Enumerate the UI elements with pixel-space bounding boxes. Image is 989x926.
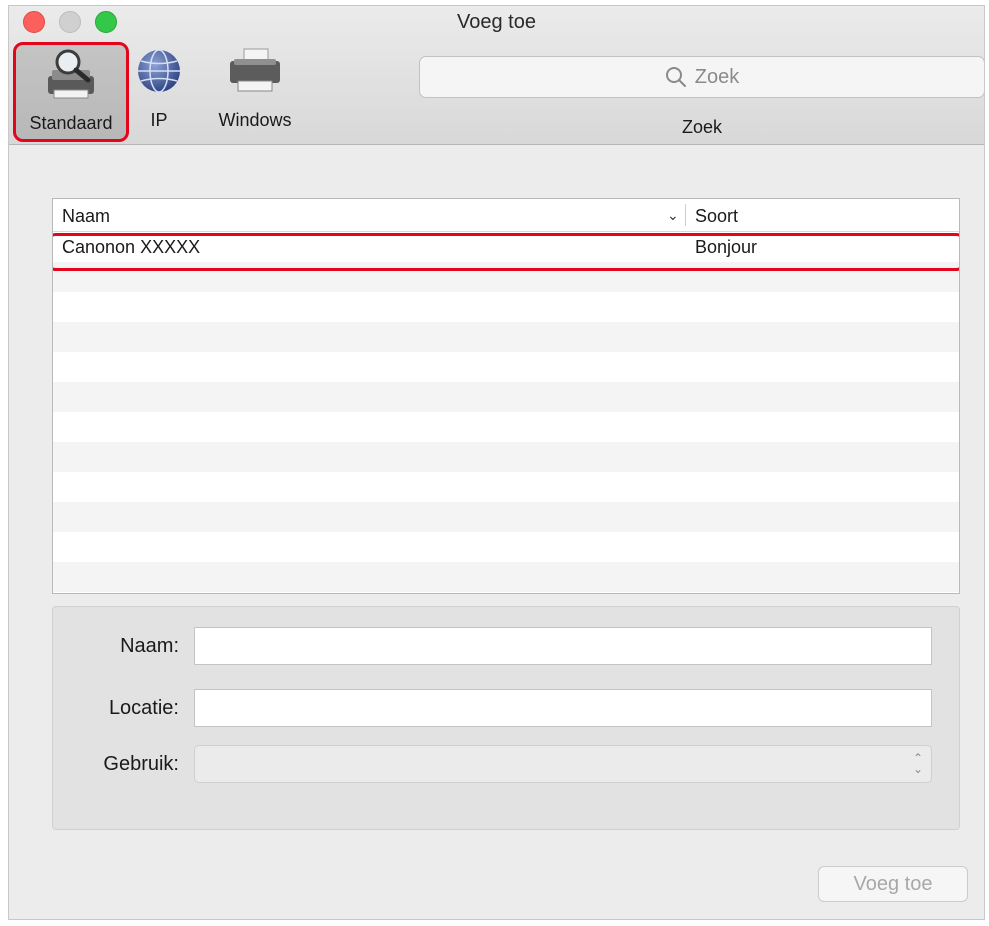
column-header-name[interactable]: Naam: [62, 206, 110, 227]
toolbar-item-ip-label: IP: [150, 110, 168, 130]
use-label: Gebruik:: [103, 753, 179, 775]
search-caption: Zoek: [681, 117, 723, 137]
location-row: Locatie:: [53, 689, 959, 727]
list-rows: Canonon XXXXX Bonjour: [53, 232, 959, 592]
printer-name-cell: Canonon XXXXX: [62, 237, 201, 257]
name-field[interactable]: [194, 627, 932, 665]
add-printer-window: Voeg toe Standaard IP Windows Zoek Zoek …: [8, 5, 985, 920]
table-row-empty: [53, 292, 959, 322]
list-header: Naam ⌄ Soort: [53, 199, 959, 232]
table-row-empty: [53, 382, 959, 412]
printer-icon: [222, 42, 288, 100]
table-row-empty: [53, 562, 959, 592]
window-title: Voeg toe: [457, 11, 536, 33]
table-row-empty: [53, 442, 959, 472]
globe-icon: [136, 42, 182, 100]
table-row-empty: [53, 532, 959, 562]
location-field[interactable]: [194, 689, 932, 727]
table-row-empty: [53, 472, 959, 502]
toolbar-item-ip[interactable]: IP: [137, 42, 181, 142]
printer-magnifier-icon: [38, 45, 104, 103]
search-field[interactable]: Zoek: [419, 56, 984, 98]
table-row-empty: [53, 262, 959, 292]
location-label: Locatie:: [108, 697, 179, 719]
add-button[interactable]: Voeg toe: [818, 866, 968, 902]
use-select[interactable]: ⌃ ⌄: [194, 745, 932, 783]
toolbar-item-standard[interactable]: Standaard: [13, 42, 129, 142]
toolbar-item-standard-label: Standaard: [29, 113, 113, 133]
table-row-empty: [53, 502, 959, 532]
toolbar-item-windows[interactable]: Windows: [205, 42, 305, 142]
sort-chevron-icon[interactable]: ⌄: [667, 207, 679, 224]
table-row-empty: [53, 322, 959, 352]
printer-info-panel: Naam: Locatie: Gebruik: ⌃ ⌄: [52, 606, 960, 830]
toolbar: Voeg toe Standaard IP Windows Zoek Zoek: [9, 6, 984, 145]
printer-kind-cell: Bonjour: [695, 237, 758, 257]
table-row-empty: [53, 412, 959, 442]
name-row: Naam:: [53, 627, 959, 665]
name-label: Naam:: [120, 635, 179, 657]
column-header-kind[interactable]: Soort: [695, 206, 738, 227]
table-row[interactable]: Canonon XXXXX Bonjour: [53, 232, 959, 262]
table-row-empty: [53, 352, 959, 382]
use-row: Gebruik: ⌃ ⌄: [53, 745, 959, 783]
search-icon: [665, 66, 687, 88]
updown-chevron-icon: ⌃ ⌄: [912, 751, 923, 776]
column-divider[interactable]: [685, 204, 686, 226]
printer-list[interactable]: Naam ⌄ Soort Canonon XXXXX Bonjour: [52, 198, 960, 594]
search-placeholder: Zoek: [694, 65, 740, 88]
toolbar-item-windows-label: Windows: [218, 110, 292, 130]
